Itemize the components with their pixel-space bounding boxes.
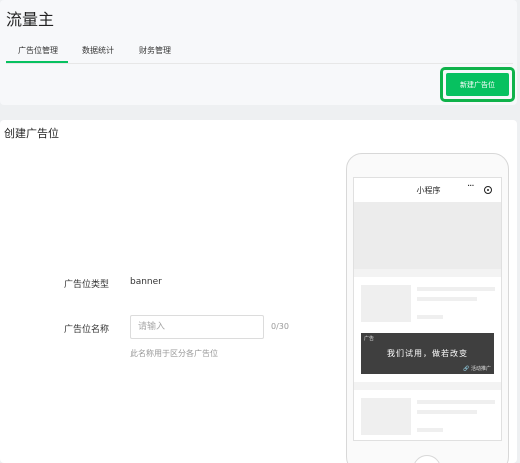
phone-home-button [413, 455, 441, 463]
preview-thumbnail [361, 285, 411, 322]
ad-promo-link: 🔗 活动推广 [463, 366, 491, 372]
ad-type-label: 广告位类型 [64, 280, 110, 290]
preview-gap [354, 269, 501, 277]
ad-name-char-counter: 0/30 [271, 322, 289, 331]
ad-name-input[interactable] [130, 315, 264, 339]
target-close-icon [484, 186, 492, 194]
ad-name-label: 广告位名称 [64, 325, 110, 335]
new-ad-slot-highlight: 新建广告位 [440, 67, 515, 102]
preview-text-line [417, 315, 443, 319]
preview-content-card [354, 390, 501, 440]
banner-ad-preview: 广告 我们试用，做若改变 🔗 活动推广 [361, 333, 494, 374]
ad-tag: 广告 [364, 336, 375, 342]
preview-text-line [417, 410, 477, 414]
tab-data-statistics[interactable]: 数据统计 [82, 45, 114, 56]
tabs-divider [6, 63, 513, 64]
page-title: 流量主 [6, 10, 55, 29]
preview-text-line [417, 428, 443, 432]
preview-nav-bar: 小程序 ··· [354, 178, 501, 203]
ad-type-value: banner [130, 277, 162, 287]
new-ad-slot-button[interactable]: 新建广告位 [446, 73, 509, 96]
preview-thumbnail [361, 398, 411, 435]
preview-text-line [417, 400, 495, 404]
phone-preview: 小程序 ··· 广告 我们试用，做若改变 🔗 活动推广 [346, 153, 509, 463]
preview-content-card [354, 277, 501, 329]
preview-nav-title: 小程序 [416, 186, 441, 195]
more-dots-icon: ··· [467, 181, 474, 192]
preview-text-line [417, 287, 495, 291]
preview-gap [354, 382, 501, 390]
tab-finance-management[interactable]: 财务管理 [139, 45, 171, 56]
ad-name-hint: 此名称用于区分各广告位 [130, 349, 218, 358]
preview-hero-placeholder [354, 203, 501, 269]
section-title: 创建广告位 [4, 127, 59, 140]
tab-ad-slot-management[interactable]: 广告位管理 [18, 45, 58, 56]
preview-screen: 小程序 ··· 广告 我们试用，做若改变 🔗 活动推广 [353, 177, 502, 441]
create-ad-slot-panel: 创建广告位 广告位类型 banner 广告位名称 0/30 此名称用于区分各广告… [0, 120, 517, 463]
header-panel: 流量主 广告位管理 数据统计 财务管理 新建广告位 [0, 0, 517, 105]
preview-text-line [417, 297, 477, 301]
ad-slogan: 我们试用，做若改变 [387, 349, 468, 358]
